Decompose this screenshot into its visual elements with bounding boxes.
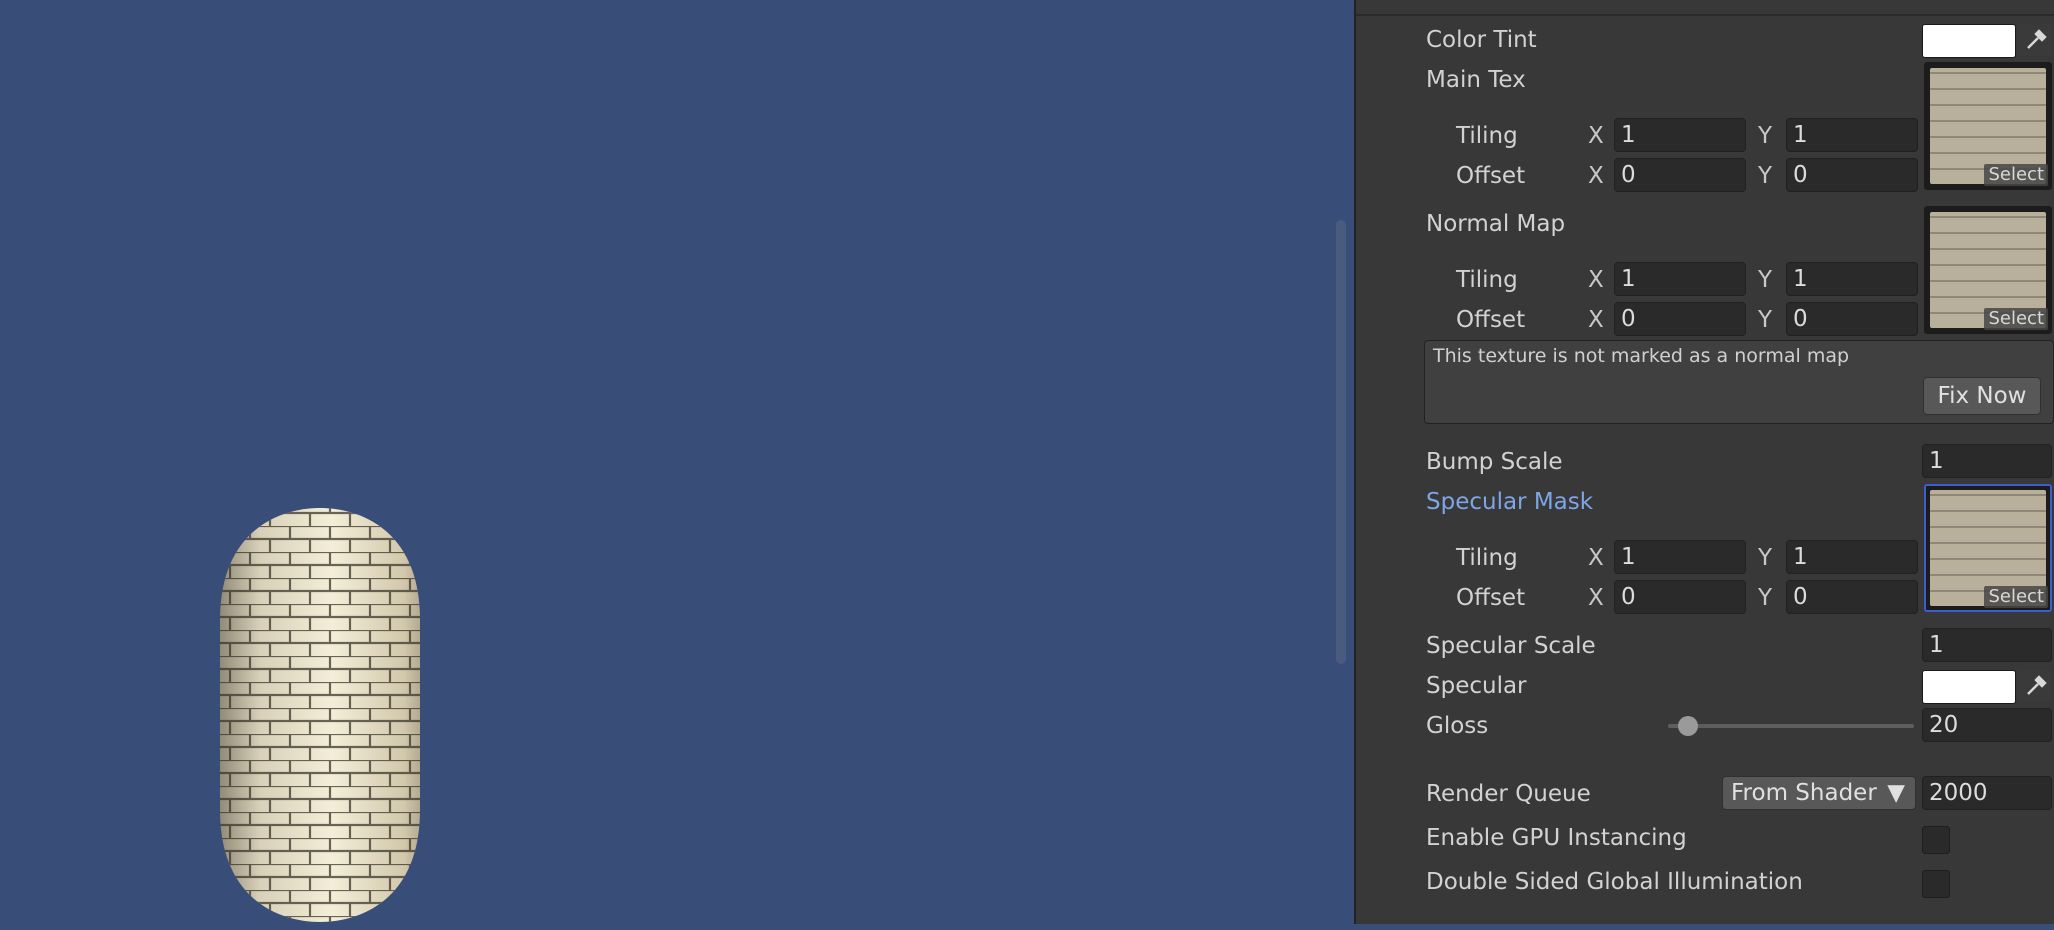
main-tex-offset-x-field[interactable]: 0 [1614,158,1746,192]
normal-map-tiling-y-label: Y [1758,267,1773,293]
main-tex-select-button[interactable]: Select [1984,164,2048,186]
specular-mask-tiling-y-field[interactable]: 1 [1786,540,1918,574]
normal-map-label: Normal Map [1426,211,1566,237]
main-tex-tiling-y-field[interactable]: 1 [1786,118,1918,152]
double-sided-gi-label: Double Sided Global Illumination [1426,869,1803,895]
normal-map-offset-x-field[interactable]: 0 [1614,302,1746,336]
specular-mask-select-button[interactable]: Select [1984,586,2048,608]
main-tex-thumbnail[interactable]: Select [1924,62,2052,190]
scene-viewport[interactable] [0,0,1354,924]
normal-map-tiling-x-label: X [1588,267,1604,293]
main-tex-tiling-label: Tiling [1456,123,1518,149]
gloss-slider-handle[interactable] [1677,716,1698,736]
specular-mask-offset-y-field[interactable]: 0 [1786,580,1918,614]
specular-mask-thumbnail[interactable]: Select [1924,484,2052,612]
chevron-down-icon: ▼ [1887,780,1905,806]
render-queue-value-field[interactable]: 2000 [1922,776,2052,810]
color-tint-label: Color Tint [1426,27,1537,53]
main-tex-tiling-x-label: X [1588,123,1604,149]
viewport-scrollbar[interactable] [1336,220,1346,664]
normal-map-tiling-label: Tiling [1456,267,1518,293]
main-tex-label: Main Tex [1426,67,1526,93]
normal-map-warning-box: This texture is not marked as a normal m… [1424,340,2054,424]
main-tex-offset-y-field[interactable]: 0 [1786,158,1918,192]
main-tex-tiling-x-field[interactable]: 1 [1614,118,1746,152]
fix-now-button[interactable]: Fix Now [1923,377,2041,415]
specular-mask-tiling-y-label: Y [1758,545,1773,571]
normal-map-thumbnail[interactable]: Select [1924,206,2052,334]
double-sided-gi-checkbox[interactable] [1922,870,1950,898]
normal-map-offset-y-field[interactable]: 0 [1786,302,1918,336]
specular-eyedropper-icon[interactable] [2018,670,2052,702]
specular-color-swatch[interactable] [1922,670,2016,704]
specular-scale-field[interactable]: 1 [1922,628,2052,662]
normal-map-offset-y-label: Y [1758,307,1773,333]
specular-scale-label: Specular Scale [1426,633,1596,659]
normal-map-tiling-y-field[interactable]: 1 [1786,262,1918,296]
gpu-instancing-checkbox[interactable] [1922,826,1950,854]
normal-map-tiling-x-field[interactable]: 1 [1614,262,1746,296]
bump-scale-label: Bump Scale [1426,449,1563,475]
gloss-label: Gloss [1426,713,1489,739]
specular-mask-offset-x-field[interactable]: 0 [1614,580,1746,614]
capsule-object[interactable] [200,500,440,930]
specular-mask-tiling-label: Tiling [1456,545,1518,571]
color-tint-eyedropper-icon[interactable] [2018,24,2052,56]
normal-map-offset-x-label: X [1588,307,1604,333]
render-queue-label: Render Queue [1426,781,1591,807]
gloss-value-field[interactable]: 20 [1922,708,2052,742]
specular-label: Specular [1426,673,1527,699]
main-tex-offset-y-label: Y [1758,163,1773,189]
material-inspector: Color Tint Main Tex Tiling X 1 Y 1 Offse… [1354,0,2054,924]
warning-message: This texture is not marked as a normal m… [1433,345,1850,367]
gloss-slider-track[interactable] [1668,724,1914,728]
main-tex-offset-label: Offset [1456,163,1526,189]
gpu-instancing-label: Enable GPU Instancing [1426,825,1687,851]
specular-mask-offset-y-label: Y [1758,585,1773,611]
main-tex-offset-x-label: X [1588,163,1604,189]
color-tint-swatch[interactable] [1922,24,2016,58]
specular-mask-tiling-x-label: X [1588,545,1604,571]
panel-divider [1356,14,2054,16]
main-tex-tiling-y-label: Y [1758,123,1773,149]
specular-mask-label: Specular Mask [1426,489,1594,515]
specular-mask-tiling-x-field[interactable]: 1 [1614,540,1746,574]
bump-scale-field[interactable]: 1 [1922,444,2052,478]
specular-mask-offset-label: Offset [1456,585,1526,611]
normal-map-select-button[interactable]: Select [1984,308,2048,330]
normal-map-offset-label: Offset [1456,307,1526,333]
render-queue-dropdown-label: From Shader [1731,780,1877,806]
render-queue-dropdown[interactable]: From Shader ▼ [1722,776,1916,810]
specular-mask-offset-x-label: X [1588,585,1604,611]
